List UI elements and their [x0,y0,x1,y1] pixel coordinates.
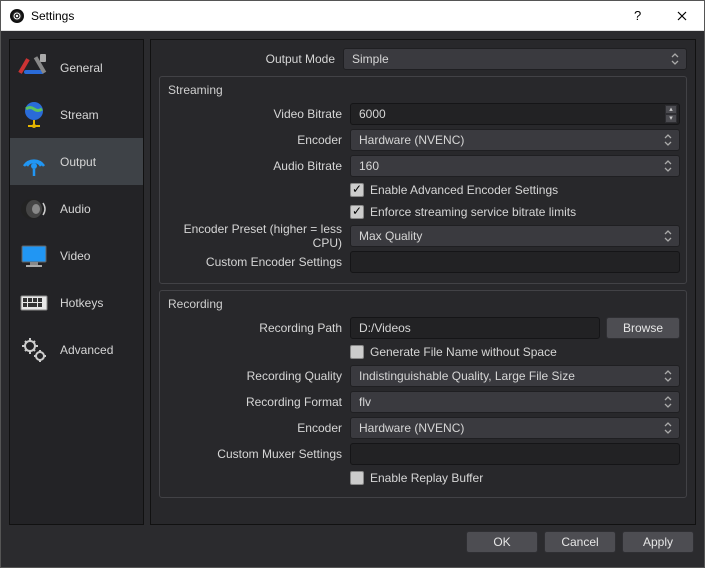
replay-buffer-checkbox[interactable] [350,471,364,485]
sidebar-item-video[interactable]: Video [10,232,143,279]
help-button[interactable]: ? [614,1,659,31]
sidebar-item-output[interactable]: Output [10,138,143,185]
apply-button[interactable]: Apply [622,531,694,553]
sidebar-item-stream[interactable]: Stream [10,91,143,138]
browse-button-label: Browse [623,321,663,335]
streaming-group: Streaming Video Bitrate 6000 ▴▾ Encoder [159,76,687,284]
encoder-preset-label: Encoder Preset (higher = less CPU) [166,222,344,250]
sidebar-item-label: Video [60,249,90,263]
output-mode-label: Output Mode [159,52,337,66]
audio-bitrate-select[interactable]: 160 [350,155,680,177]
sidebar-item-general[interactable]: General [10,44,143,91]
video-bitrate-label: Video Bitrate [166,107,344,121]
chevron-updown-icon [668,52,682,66]
video-bitrate-value: 6000 [359,107,386,121]
window-title: Settings [31,9,74,23]
sidebar-item-advanced[interactable]: Advanced [10,326,143,373]
browse-button[interactable]: Browse [606,317,680,339]
enforce-limits-checkbox[interactable] [350,205,364,219]
audio-bitrate-value: 160 [359,159,379,173]
recording-path-label: Recording Path [166,321,344,335]
svg-text:?: ? [634,9,641,23]
chevron-updown-icon [661,159,675,173]
window-body: General Stream [1,31,704,567]
chevron-updown-icon [661,229,675,243]
settings-window: Settings ? [0,0,705,568]
recording-path-value: D:/Videos [359,321,411,335]
recording-format-label: Recording Format [166,395,344,409]
content-panel: Output Mode Simple Streaming [150,39,696,525]
encoder-preset-value: Max Quality [359,229,422,243]
sidebar-item-label: Output [60,155,96,169]
streaming-legend: Streaming [166,83,680,97]
muxer-input[interactable] [350,443,680,465]
apply-button-label: Apply [643,535,673,549]
stream-encoder-value: Hardware (NVENC) [359,133,464,147]
chevron-updown-icon [661,395,675,409]
ok-button[interactable]: OK [466,531,538,553]
cancel-button-label: Cancel [561,535,598,549]
spin-down-icon[interactable]: ▾ [665,114,677,123]
audio-bitrate-label: Audio Bitrate [166,159,344,173]
speaker-icon [18,193,50,225]
recording-quality-select[interactable]: Indistinguishable Quality, Large File Si… [350,365,680,387]
recording-quality-value: Indistinguishable Quality, Large File Si… [359,369,575,383]
custom-encoder-input[interactable] [350,251,680,273]
sidebar-item-label: Hotkeys [60,296,103,310]
recording-format-select[interactable]: flv [350,391,680,413]
recording-group: Recording Recording Path D:/Videos Brows… [159,290,687,498]
custom-encoder-label: Custom Encoder Settings [166,255,344,269]
sidebar-item-label: Stream [60,108,99,122]
keyboard-icon [18,287,50,319]
nospace-checkbox-label: Generate File Name without Space [370,345,557,359]
nospace-checkbox[interactable] [350,345,364,359]
encoder-preset-select[interactable]: Max Quality [350,225,680,247]
sidebar-item-hotkeys[interactable]: Hotkeys [10,279,143,326]
advanced-encoder-checkbox-label: Enable Advanced Encoder Settings [370,183,558,197]
replay-buffer-checkbox-label: Enable Replay Buffer [370,471,483,485]
output-mode-select[interactable]: Simple [343,48,687,70]
gears-icon [18,334,50,366]
stream-encoder-select[interactable]: Hardware (NVENC) [350,129,680,151]
globe-icon [18,99,50,131]
sidebar: General Stream [9,39,144,525]
close-button[interactable] [659,1,704,31]
output-mode-value: Simple [352,52,389,66]
chevron-updown-icon [661,421,675,435]
recording-path-input[interactable]: D:/Videos [350,317,600,339]
recording-format-value: flv [359,395,371,409]
record-encoder-value: Hardware (NVENC) [359,421,464,435]
sidebar-item-label: Audio [60,202,91,216]
broadcast-icon [18,146,50,178]
titlebar: Settings ? [1,1,704,31]
muxer-label: Custom Muxer Settings [166,447,344,461]
enforce-limits-checkbox-label: Enforce streaming service bitrate limits [370,205,576,219]
record-encoder-select[interactable]: Hardware (NVENC) [350,417,680,439]
app-icon [9,8,25,24]
tools-icon [18,52,50,84]
footer: OK Cancel Apply [9,525,696,559]
sidebar-item-audio[interactable]: Audio [10,185,143,232]
ok-button-label: OK [493,535,510,549]
recording-quality-label: Recording Quality [166,369,344,383]
recording-legend: Recording [166,297,680,311]
chevron-updown-icon [661,369,675,383]
advanced-encoder-checkbox[interactable] [350,183,364,197]
sidebar-item-label: General [60,61,103,75]
chevron-updown-icon [661,133,675,147]
video-bitrate-input[interactable]: 6000 ▴▾ [350,103,680,125]
stream-encoder-label: Encoder [166,133,344,147]
spin-up-icon[interactable]: ▴ [665,105,677,114]
monitor-icon [18,240,50,272]
sidebar-item-label: Advanced [60,343,113,357]
record-encoder-label: Encoder [166,421,344,435]
cancel-button[interactable]: Cancel [544,531,616,553]
